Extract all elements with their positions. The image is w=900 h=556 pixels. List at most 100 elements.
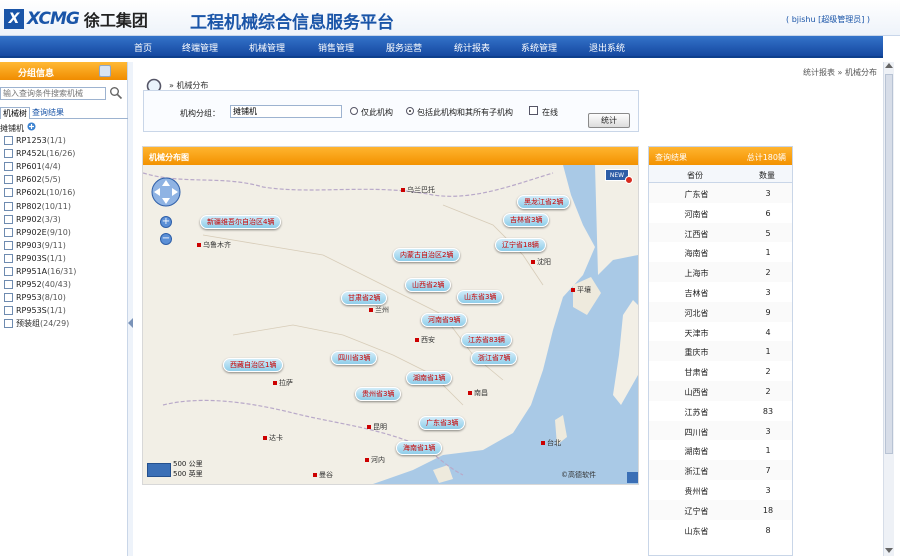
map-marker-bubble[interactable]: 内蒙古自治区2辆 <box>393 248 461 262</box>
map-layer-button[interactable] <box>147 463 171 477</box>
gear-icon[interactable] <box>99 65 111 77</box>
checkbox[interactable] <box>4 188 13 198</box>
machine-search-input[interactable] <box>0 87 106 100</box>
tree-item[interactable]: RP902E (9/10) <box>4 226 76 239</box>
close-icon[interactable] <box>625 176 633 184</box>
checkbox[interactable] <box>4 214 13 224</box>
tree-item[interactable]: RP953 (8/10) <box>4 291 76 304</box>
province-cell: 江苏省 <box>684 407 709 417</box>
nav-home[interactable]: 首页 <box>134 41 152 54</box>
tree-item[interactable]: RP903 (9/11) <box>4 239 76 252</box>
map-marker-bubble[interactable]: 辽宁省18辆 <box>495 238 546 252</box>
nav-system[interactable]: 系统管理 <box>521 41 557 54</box>
checkbox[interactable] <box>4 227 13 237</box>
tree-item[interactable]: RP1253 (1/1) <box>4 134 76 147</box>
group-sidebar: 分组信息 机械树 查询结果 摊铺机 RP1253(1/1) RP452L(16/… <box>0 62 128 556</box>
scroll-down-icon[interactable] <box>885 548 893 553</box>
tab-machine-tree[interactable]: 机械树 <box>0 107 30 119</box>
map-marker-bubble[interactable]: 山西省2辆 <box>405 278 452 292</box>
map-marker-bubble[interactable]: 吉林省3辆 <box>503 213 550 227</box>
checkbox[interactable] <box>4 149 13 159</box>
map-title: 机械分布图 <box>143 147 638 165</box>
scale-mi: 500 英里 <box>173 470 203 478</box>
page-scrollbar[interactable] <box>883 62 894 556</box>
checkbox[interactable] <box>4 175 13 185</box>
tree-item[interactable]: RP903S (1/1) <box>4 252 76 265</box>
tree-item[interactable]: RP602 (5/5) <box>4 173 76 186</box>
province-cell: 河北省 <box>684 308 709 318</box>
scroll-thumb[interactable] <box>885 74 893 454</box>
province-cell: 上海市 <box>684 269 709 279</box>
checkbox[interactable] <box>4 293 13 303</box>
nav-sales[interactable]: 销售管理 <box>318 41 354 54</box>
map-marker-bubble[interactable]: 河南省9辆 <box>421 313 468 327</box>
checkbox[interactable] <box>4 280 13 290</box>
table-row: 天津市 4 <box>649 321 792 342</box>
map-marker-bubble[interactable]: 湖南省1辆 <box>406 371 453 385</box>
count-cell: 9 <box>765 307 771 317</box>
group-input[interactable] <box>230 105 342 118</box>
nav-service[interactable]: 服务运营 <box>386 41 422 54</box>
expand-icon[interactable] <box>27 122 36 131</box>
nav-machine[interactable]: 机械管理 <box>249 41 285 54</box>
map-marker-bubble[interactable]: 甘肃省2辆 <box>341 291 388 305</box>
nav-terminal[interactable]: 终端管理 <box>182 41 218 54</box>
tree-item[interactable]: RP802 (10/11) <box>4 199 76 212</box>
map-marker-bubble[interactable]: 新疆维吾尔自治区4辆 <box>200 215 282 229</box>
stat-button[interactable]: 统计 <box>588 113 630 128</box>
checkbox[interactable] <box>4 201 13 211</box>
checkbox[interactable] <box>4 306 13 316</box>
tree-item[interactable]: RP952 (40/43) <box>4 278 76 291</box>
checkbox[interactable] <box>4 319 13 329</box>
model-name: RP903S <box>16 253 47 263</box>
map-marker-bubble[interactable]: 黑龙江省2辆 <box>517 195 571 209</box>
tree-item[interactable]: 预装组 (24/29) <box>4 317 76 330</box>
map-marker-bubble[interactable]: 江苏省83辆 <box>461 333 512 347</box>
map-canvas[interactable]: + − NEW 乌鲁木齐 乌兰巴托 沈阳 平壤 兰州 西安 拉萨 南昌 昆明 台… <box>143 165 638 484</box>
expand-map-icon[interactable] <box>627 472 638 483</box>
nav-reports[interactable]: 统计报表 <box>454 41 490 54</box>
tree-root[interactable]: 摊铺机 <box>0 122 36 134</box>
tree-item[interactable]: RP602L (10/16) <box>4 186 76 199</box>
map-marker-bubble[interactable]: 海南省1辆 <box>396 441 443 455</box>
city-label: 达卡 <box>263 433 283 443</box>
map-marker-bubble[interactable]: 四川省3辆 <box>331 351 378 365</box>
table-row: 河南省 6 <box>649 202 792 223</box>
count-cell: 1 <box>765 248 771 258</box>
tree-item[interactable]: RP953S (1/1) <box>4 304 76 317</box>
map-marker-bubble[interactable]: 广东省3辆 <box>419 416 466 430</box>
checkbox[interactable] <box>4 253 13 263</box>
app-window: X XCMG 徐工集团 工程机械综合信息服务平台 ( bjishu [超级管理员… <box>0 0 900 556</box>
model-name: RP902 <box>16 214 42 224</box>
checkbox[interactable] <box>4 162 13 172</box>
checkbox[interactable] <box>4 240 13 250</box>
nav-logout[interactable]: 退出系统 <box>589 41 625 54</box>
checkbox[interactable] <box>4 266 13 276</box>
zoom-out-button[interactable]: − <box>160 233 172 245</box>
checkbox[interactable] <box>4 136 13 146</box>
table-row: 四川省 3 <box>649 420 792 441</box>
radio-this-only-label: 仅此机构 <box>361 108 393 117</box>
tree-item[interactable]: RP951A (16/31) <box>4 265 76 278</box>
table-row: 江苏省 83 <box>649 400 792 421</box>
current-user[interactable]: ( bjishu [超级管理员] ) <box>786 14 870 25</box>
map-marker-bubble[interactable]: 贵州省3辆 <box>355 387 402 401</box>
tree-item[interactable]: RP452L (16/26) <box>4 147 76 160</box>
tree-item[interactable]: RP902 (3/3) <box>4 213 76 226</box>
scroll-up-icon[interactable] <box>885 63 893 68</box>
map-marker-bubble[interactable]: 浙江省7辆 <box>471 351 518 365</box>
pan-control[interactable] <box>151 177 181 207</box>
online-checkbox[interactable] <box>529 106 538 115</box>
city-label: 西安 <box>415 335 435 345</box>
province-cell: 山东省 <box>684 526 709 536</box>
radio-include-children[interactable] <box>406 107 414 115</box>
tree-item[interactable]: RP601 (4/4) <box>4 160 76 173</box>
zoom-in-button[interactable]: + <box>160 216 172 228</box>
search-icon[interactable] <box>109 86 123 100</box>
model-name: RP802 <box>16 201 42 211</box>
pan-arrows-icon[interactable] <box>151 177 181 207</box>
radio-this-only[interactable] <box>350 107 358 115</box>
tab-query-results[interactable]: 查询结果 <box>30 107 66 118</box>
map-marker-bubble[interactable]: 山东省3辆 <box>457 290 504 304</box>
map-marker-bubble[interactable]: 西藏自治区1辆 <box>223 358 284 372</box>
